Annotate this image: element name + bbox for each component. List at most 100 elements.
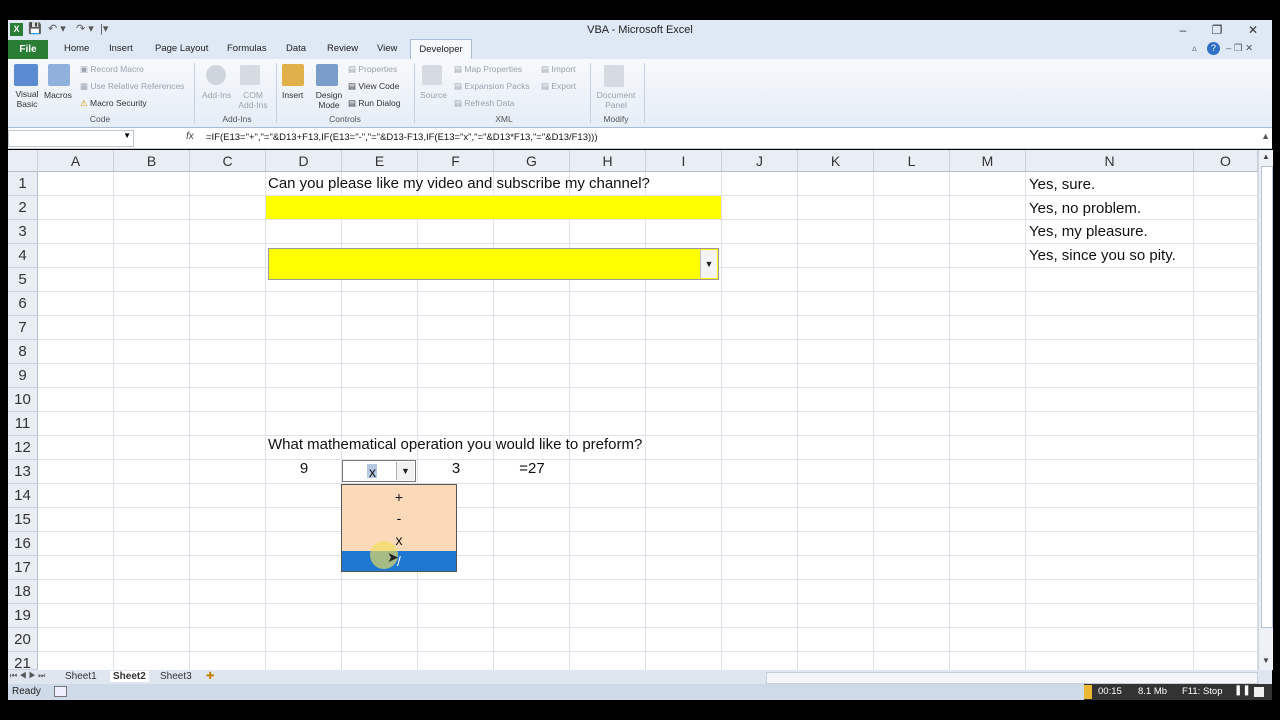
vertical-scrollbar[interactable]: ▲ ▼ <box>1258 150 1273 670</box>
column-header-o[interactable]: O <box>1194 150 1258 172</box>
row-header-19[interactable]: 19 <box>8 604 38 628</box>
column-header-e[interactable]: E <box>342 150 418 172</box>
tab-formulas[interactable]: Formulas <box>227 43 267 54</box>
column-header-b[interactable]: B <box>114 150 190 172</box>
chevron-down-icon[interactable]: ▼ <box>396 462 414 480</box>
window-controls-icon[interactable]: – ❐ ✕ <box>1226 43 1253 54</box>
name-box[interactable]: ▼ <box>8 130 134 147</box>
visual-basic-icon[interactable] <box>14 64 38 86</box>
expand-formula-icon[interactable]: ▲ <box>1261 131 1270 141</box>
column-header-l[interactable]: L <box>874 150 950 172</box>
column-header-i[interactable]: I <box>646 150 722 172</box>
column-header-f[interactable]: F <box>418 150 494 172</box>
relative-references-button[interactable]: ▦ Use Relative References <box>80 81 184 92</box>
row-header-10[interactable]: 10 <box>8 388 38 412</box>
column-header-j[interactable]: J <box>722 150 798 172</box>
insert-sheet-icon[interactable]: ✚ <box>206 671 214 682</box>
macro-security-button[interactable]: ⚠ Macro Security <box>80 98 147 109</box>
source-icon[interactable] <box>422 65 442 85</box>
select-all-corner[interactable] <box>8 150 38 172</box>
document-panel-icon[interactable] <box>604 65 624 87</box>
result-cell[interactable]: =27 <box>494 460 570 477</box>
stop-icon[interactable] <box>1254 687 1264 697</box>
tab-insert[interactable]: Insert <box>109 43 133 54</box>
import-button[interactable]: ▤ Import <box>541 64 576 75</box>
sheet-tab-sheet3[interactable]: Sheet3 <box>160 671 192 682</box>
sheet-nav-icons[interactable]: ⏮ ◀ ▶ ⏭ <box>10 671 45 681</box>
sheet-tab-sheet1[interactable]: Sheet1 <box>65 671 97 682</box>
run-dialog-button[interactable]: ▤ Run Dialog <box>348 98 400 109</box>
com-add-ins-icon[interactable] <box>240 65 260 85</box>
dropdown-option-plus[interactable]: + <box>342 486 456 508</box>
formula-input[interactable]: =IF(E13="+","="&D13+F13,IF(E13="-","="&D… <box>206 132 598 143</box>
macros-button[interactable]: Macros <box>44 90 72 100</box>
column-header-d[interactable]: D <box>266 150 342 172</box>
tab-review[interactable]: Review <box>327 43 358 54</box>
tab-home[interactable]: Home <box>64 43 89 54</box>
column-header-h[interactable]: H <box>570 150 646 172</box>
add-ins-button[interactable]: Add-Ins <box>202 90 231 100</box>
row-header-11[interactable]: 11 <box>8 412 38 436</box>
add-ins-icon[interactable] <box>206 65 226 85</box>
refresh-data-button[interactable]: ▤ Refresh Data <box>454 98 515 109</box>
row-header-9[interactable]: 9 <box>8 364 38 388</box>
row-header-6[interactable]: 6 <box>8 292 38 316</box>
operand-two-cell[interactable]: 3 <box>418 460 494 477</box>
row-header-2[interactable]: 2 <box>8 196 38 220</box>
row-header-4[interactable]: 4 <box>8 244 38 268</box>
visual-basic-button[interactable]: Visual Basic <box>12 89 42 109</box>
tab-page-layout[interactable]: Page Layout <box>155 43 208 54</box>
close-button[interactable]: ✕ <box>1238 21 1268 39</box>
com-add-ins-button[interactable]: COM Add-Ins <box>238 90 268 110</box>
row-header-12[interactable]: 12 <box>8 436 38 460</box>
operator-dropdown-list[interactable]: + - x / ➤ <box>341 484 457 572</box>
scroll-thumb[interactable] <box>1261 166 1273 628</box>
row-header-17[interactable]: 17 <box>8 556 38 580</box>
yellow-answer-cell[interactable] <box>266 196 721 219</box>
dropdown-option-divide[interactable]: / <box>342 551 456 571</box>
record-macro-button[interactable]: ▣ Record Macro <box>80 64 144 75</box>
row-header-18[interactable]: 18 <box>8 580 38 604</box>
row-header-16[interactable]: 16 <box>8 532 38 556</box>
row-header-14[interactable]: 14 <box>8 484 38 508</box>
fx-icon[interactable]: fx <box>186 131 194 142</box>
design-mode-button[interactable]: Design Mode <box>314 90 344 110</box>
row-header-13[interactable]: 13 <box>8 460 38 484</box>
chevron-down-icon[interactable]: ▼ <box>700 250 717 278</box>
map-properties-button[interactable]: ▤ Map Properties <box>454 64 522 75</box>
sheet-tab-sheet2[interactable]: Sheet2 <box>110 671 149 682</box>
expansion-packs-button[interactable]: ▤ Expansion Packs <box>454 81 530 92</box>
insert-control-button[interactable]: Insert <box>282 90 303 100</box>
export-button[interactable]: ▤ Export <box>541 81 576 92</box>
row-header-15[interactable]: 15 <box>8 508 38 532</box>
scroll-up-icon[interactable]: ▲ <box>1260 152 1272 162</box>
tab-file[interactable]: File <box>8 40 48 59</box>
operand-one-cell[interactable]: 9 <box>266 460 342 477</box>
column-header-n[interactable]: N <box>1026 150 1194 172</box>
horizontal-scrollbar[interactable] <box>766 672 1258 684</box>
row-header-20[interactable]: 20 <box>8 628 38 652</box>
row-header-5[interactable]: 5 <box>8 268 38 292</box>
minimize-button[interactable]: – <box>1168 21 1198 39</box>
row-header-7[interactable]: 7 <box>8 316 38 340</box>
macro-recording-icon[interactable] <box>54 686 67 697</box>
column-header-m[interactable]: M <box>950 150 1026 172</box>
restore-button[interactable]: ❐ <box>1202 21 1232 39</box>
source-button[interactable]: Source <box>420 90 447 100</box>
column-header-c[interactable]: C <box>190 150 266 172</box>
properties-button[interactable]: ▤ Properties <box>348 64 397 75</box>
chevron-down-icon[interactable]: ▼ <box>123 131 131 140</box>
spreadsheet-grid[interactable]: A B C D E F G H I J K L M N O 1 2 3 4 5 … <box>8 150 1258 670</box>
tab-view[interactable]: View <box>377 43 397 54</box>
answer-combo-box[interactable]: ▼ <box>268 248 719 280</box>
tab-developer[interactable]: Developer <box>410 39 472 59</box>
dropdown-option-multiply[interactable]: x <box>342 529 456 551</box>
stop-recording-button[interactable]: F11: Stop <box>1182 686 1223 697</box>
ribbon-minimize-icon[interactable]: ▵ <box>1192 43 1197 54</box>
insert-control-icon[interactable] <box>282 64 304 86</box>
view-code-button[interactable]: ▤ View Code <box>348 81 399 92</box>
row-header-3[interactable]: 3 <box>8 220 38 244</box>
row-header-21[interactable]: 21 <box>8 652 38 670</box>
macros-icon[interactable] <box>48 64 70 86</box>
tab-data[interactable]: Data <box>286 43 306 54</box>
